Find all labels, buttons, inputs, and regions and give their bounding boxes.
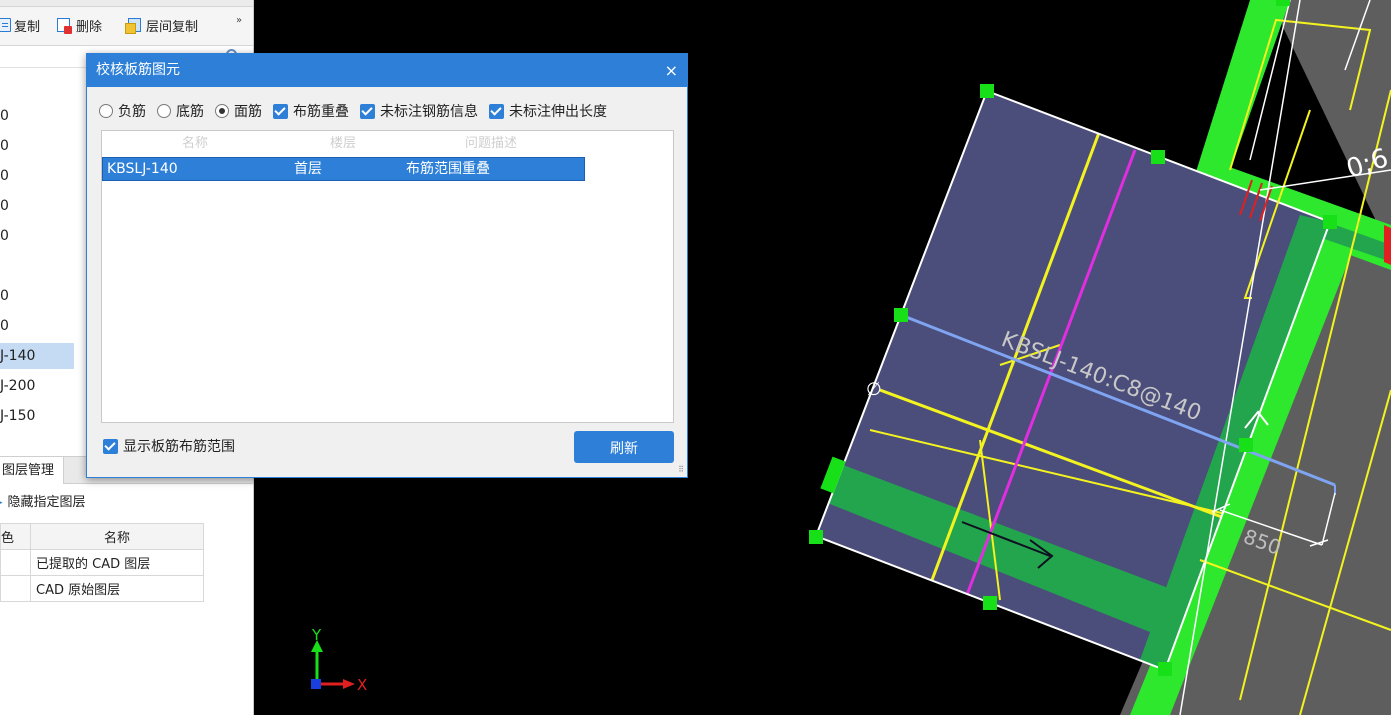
filter-options: 负筋 底筋 面筋 布筋重叠 未标注钢筋信息 未标注伸出长度: [99, 101, 607, 121]
show-range-label[interactable]: 显示板筋布筋范围: [123, 436, 235, 456]
floor-copy-button[interactable]: 层间复制: [125, 14, 199, 36]
check-slab-rebar-dialog: 校核板筋图元 × 负筋 底筋 面筋 布筋重叠 未标注钢筋信息 未标注伸出长度 名…: [86, 53, 688, 478]
hide-layer-label: 隐藏指定图层: [7, 495, 86, 510]
layer-color-cell[interactable]: [0, 549, 31, 576]
layer-table-header: 色 名称: [0, 523, 204, 550]
list-item[interactable]: 0: [0, 133, 74, 159]
radio-top-rebar[interactable]: [215, 104, 229, 118]
overlap-label[interactable]: 布筋重叠: [293, 101, 349, 121]
radio-negative-rebar[interactable]: [99, 104, 113, 118]
axis-x-label: X: [357, 676, 367, 694]
row-problem: 布筋范围重叠: [406, 161, 490, 177]
radio-bottom-rebar[interactable]: [157, 104, 171, 118]
checkbox-unlabeled-length[interactable]: [489, 103, 504, 119]
table-row[interactable]: KBSLJ-140 首层 布筋范围重叠: [102, 157, 585, 181]
refresh-button[interactable]: 刷新: [574, 431, 674, 463]
list-item[interactable]: J-150: [0, 403, 74, 429]
delete-icon: [57, 18, 72, 34]
bottom-rebar-label[interactable]: 底筋: [176, 101, 204, 121]
axis-y-label: Y: [311, 626, 322, 644]
row-name: KBSLJ-140: [107, 161, 178, 177]
result-grid: 名称 楼层 问题描述 KBSLJ-140 首层 布筋范围重叠: [101, 130, 674, 423]
dialog-title-bar[interactable]: 校核板筋图元 ×: [87, 54, 687, 87]
layer-name: 已提取的 CAD 图层: [30, 549, 204, 576]
unlabeled-info-label[interactable]: 未标注钢筋信息: [380, 101, 478, 121]
column-name[interactable]: 名称: [182, 131, 208, 156]
negative-rebar-label[interactable]: 负筋: [118, 101, 146, 121]
list-item[interactable]: 0: [0, 283, 74, 309]
grip-point[interactable]: [1323, 215, 1337, 229]
delete-button[interactable]: 删除: [57, 14, 102, 36]
layer-table: 色 名称 已提取的 CAD 图层 CAD 原始图层: [0, 523, 204, 602]
column-color: 色: [0, 523, 31, 550]
hide-layer-button[interactable]: ▸ 隐藏指定图层: [0, 492, 86, 514]
delete-label: 删除: [76, 19, 103, 35]
column-name: 名称: [30, 523, 204, 550]
grip-point[interactable]: [983, 596, 997, 610]
table-row[interactable]: 已提取的 CAD 图层: [0, 549, 204, 576]
grip-point[interactable]: [980, 84, 994, 98]
list-item[interactable]: 0: [0, 193, 74, 219]
toolbar-top-strip: [0, 0, 253, 7]
checkbox-show-range[interactable]: [103, 438, 118, 454]
list-item[interactable]: J-200: [0, 373, 74, 399]
column-problem[interactable]: 问题描述: [465, 131, 517, 156]
show-range-option[interactable]: 显示板筋布筋范围: [103, 436, 235, 456]
grip-point[interactable]: [894, 308, 908, 322]
list-item[interactable]: 0: [0, 103, 74, 129]
dialog-title: 校核板筋图元: [96, 62, 180, 78]
grip-point[interactable]: [1239, 438, 1253, 452]
copy-label: 复制: [14, 19, 41, 35]
layer-name: CAD 原始图层: [30, 575, 204, 602]
toolbar: 复制 删除 层间复制 »: [0, 0, 253, 46]
list-item-selected[interactable]: J-140: [0, 343, 74, 369]
hide-layer-icon: ▸: [0, 495, 3, 510]
unlabeled-length-label[interactable]: 未标注伸出长度: [509, 101, 607, 121]
axis-origin: [311, 679, 321, 689]
grip-point[interactable]: [1158, 662, 1172, 676]
table-row[interactable]: CAD 原始图层: [0, 575, 204, 602]
rebar-end-symbol: ∅: [866, 379, 882, 400]
axis-x-arrow: [343, 679, 355, 689]
list-item[interactable]: 0: [0, 223, 74, 249]
right-beam-band: [1195, 0, 1290, 185]
layer-color-cell[interactable]: [0, 575, 31, 602]
list-item[interactable]: 0: [0, 163, 74, 189]
row-floor: 首层: [294, 161, 322, 177]
checkbox-overlap[interactable]: [273, 103, 288, 119]
copy-button[interactable]: 复制: [0, 14, 40, 36]
floor-copy-icon: [125, 18, 141, 34]
grip-point[interactable]: [1151, 150, 1165, 164]
grip-point[interactable]: [809, 530, 823, 544]
grid-header: 名称 楼层 问题描述: [102, 131, 584, 156]
floor-copy-label: 层间复制: [146, 19, 199, 35]
more-arrow-icon[interactable]: »: [236, 15, 242, 26]
close-icon[interactable]: ×: [665, 54, 678, 87]
list-item[interactable]: 0: [0, 313, 74, 339]
red-mark: [1384, 225, 1391, 265]
checkbox-unlabeled-info[interactable]: [360, 103, 375, 119]
top-rebar-label[interactable]: 面筋: [234, 101, 262, 121]
grip-point[interactable]: [1276, 0, 1290, 6]
resize-grip-icon[interactable]: ⠿: [678, 466, 684, 474]
copy-icon: [0, 18, 11, 32]
column-floor[interactable]: 楼层: [330, 131, 356, 156]
tab-layer-management[interactable]: 图层管理: [0, 457, 65, 484]
